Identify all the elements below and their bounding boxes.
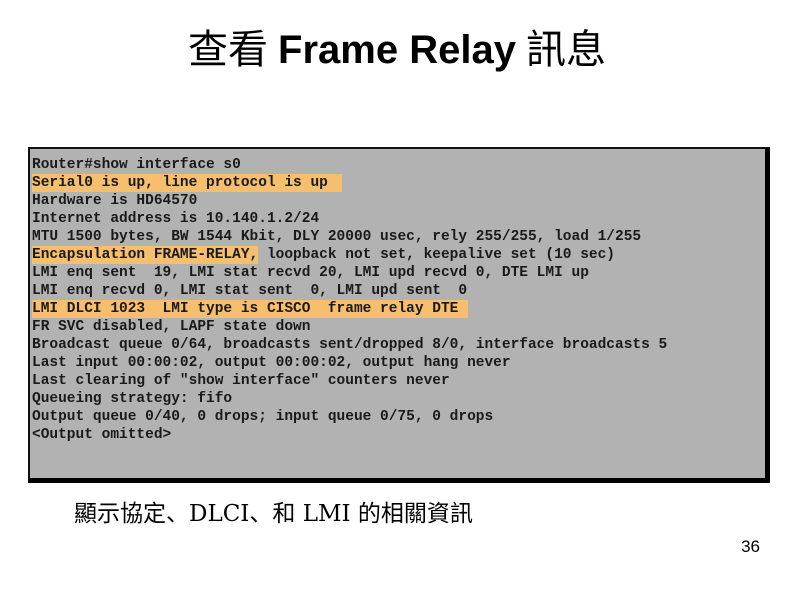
title-frame-relay: Frame Relay <box>278 28 516 72</box>
terminal-line-status: Serial0 is up, line protocol is up <box>32 174 667 192</box>
line-text: MTU 1500 bytes, BW 1544 Kbit, DLY 20000 … <box>32 229 642 245</box>
line-text: Router#show interface s0 <box>32 157 241 173</box>
terminal-line: Broadcast queue 0/64, broadcasts sent/dr… <box>32 336 667 354</box>
terminal-line: Queueing strategy: fifo <box>32 390 667 408</box>
title-prefix: 查看 <box>188 27 269 73</box>
terminal-output-box: Router#show interface s0 Serial0 is up, … <box>28 147 770 483</box>
line-text: loopback not set, keepalive set (10 sec) <box>258 247 616 263</box>
line-text: Last input 00:00:02, output 00:00:02, ou… <box>32 355 511 371</box>
terminal-lines: Router#show interface s0 Serial0 is up, … <box>32 156 667 444</box>
terminal-line: LMI enq sent 19, LMI stat recvd 20, LMI … <box>32 264 667 282</box>
line-text: Last clearing of "show interface" counte… <box>32 373 450 389</box>
slide-title: 查看 Frame Relay 訊息 <box>0 22 794 78</box>
terminal-line: FR SVC disabled, LAPF state down <box>32 318 667 336</box>
title-suffix: 訊息 <box>525 27 606 73</box>
page-number: 36 <box>741 537 760 556</box>
line-highlight: Encapsulation FRAME-RELAY, <box>32 246 259 264</box>
line-text: Output queue 0/40, 0 drops; input queue … <box>32 409 494 425</box>
line-text: LMI enq recvd 0, LMI stat sent 0, LMI up… <box>32 283 468 299</box>
line-text: Queueing strategy: fifo <box>32 391 233 407</box>
terminal-line-lmi-dlci: LMI DLCI 1023 LMI type is CISCO frame re… <box>32 300 667 318</box>
terminal-line: MTU 1500 bytes, BW 1544 Kbit, DLY 20000 … <box>32 228 667 246</box>
line-text: Internet address is 10.140.1.2/24 <box>32 211 320 227</box>
line-highlight: LMI DLCI 1023 LMI type is CISCO frame re… <box>32 300 469 318</box>
slide-caption: 顯示協定、DLCI、和 LMI 的相關資訊 <box>74 501 473 527</box>
terminal-line: Last input 00:00:02, output 00:00:02, ou… <box>32 354 667 372</box>
terminal-line: <Output omitted> <box>32 426 667 444</box>
line-highlight: Serial0 is up, line protocol is up <box>32 174 342 192</box>
terminal-line: Internet address is 10.140.1.2/24 <box>32 210 667 228</box>
terminal-line-command: Router#show interface s0 <box>32 156 667 174</box>
line-text: Hardware is HD64570 <box>32 193 198 209</box>
terminal-line: LMI enq recvd 0, LMI stat sent 0, LMI up… <box>32 282 667 300</box>
terminal-line: Hardware is HD64570 <box>32 192 667 210</box>
terminal-line: Last clearing of "show interface" counte… <box>32 372 667 390</box>
terminal-line: Output queue 0/40, 0 drops; input queue … <box>32 408 667 426</box>
terminal-line-encapsulation: Encapsulation FRAME-RELAY, loopback not … <box>32 246 667 264</box>
line-text: Broadcast queue 0/64, broadcasts sent/dr… <box>32 337 668 353</box>
line-text: <Output omitted> <box>32 427 172 443</box>
line-text: LMI enq sent 19, LMI stat recvd 20, LMI … <box>32 265 589 281</box>
line-text: FR SVC disabled, LAPF state down <box>32 319 311 335</box>
